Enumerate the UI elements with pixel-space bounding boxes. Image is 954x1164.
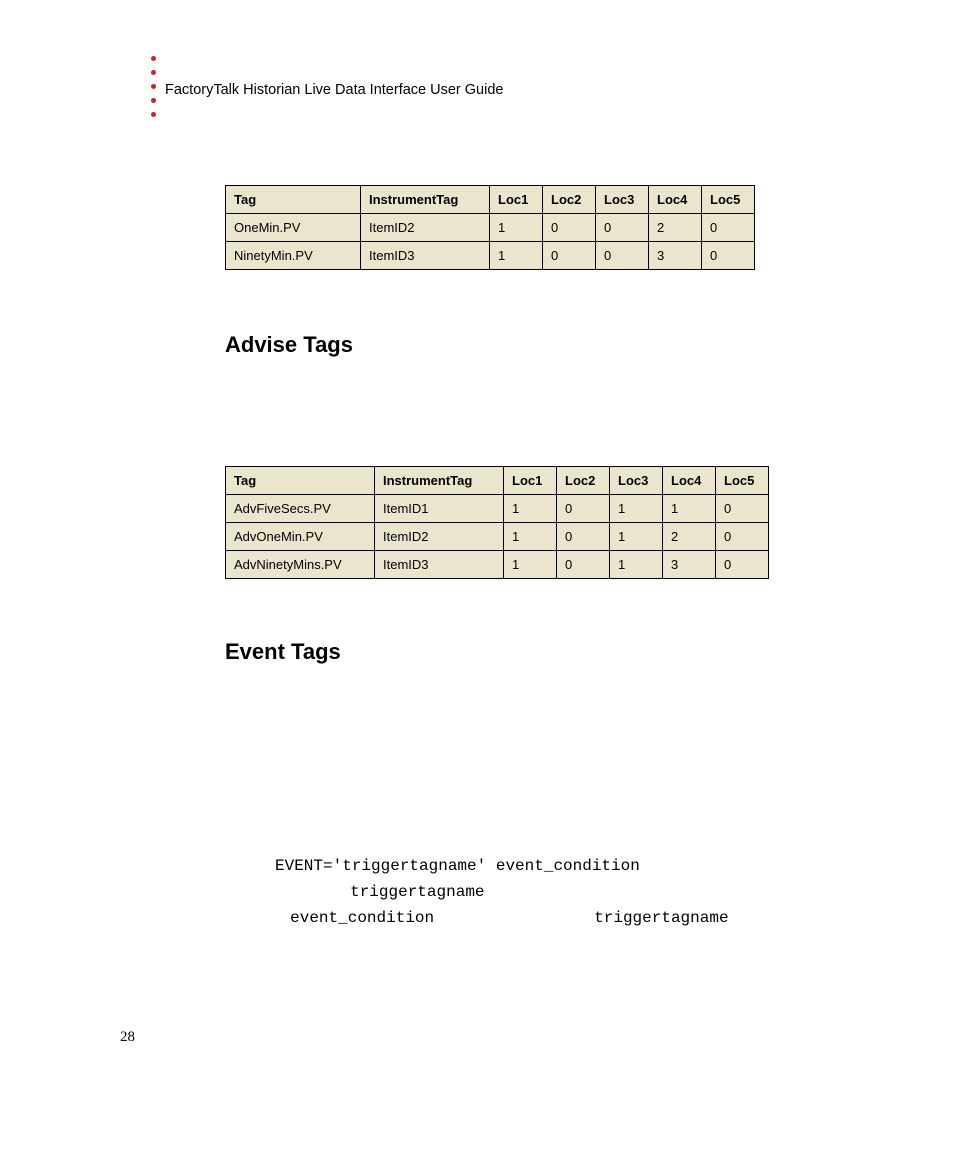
th-loc1: Loc1 xyxy=(490,186,543,214)
bullet-dots xyxy=(151,56,156,117)
cell-loc4: 2 xyxy=(649,214,702,242)
cell-loc3: 1 xyxy=(610,523,663,551)
page-number: 28 xyxy=(120,1029,135,1046)
code-triggertagname-1: triggertagname xyxy=(350,883,484,901)
cell-loc2: 0 xyxy=(557,551,610,579)
advise-tags-table: Tag InstrumentTag Loc1 Loc2 Loc3 Loc4 Lo… xyxy=(225,466,769,579)
polled-tags-table: Tag InstrumentTag Loc1 Loc2 Loc3 Loc4 Lo… xyxy=(225,185,755,270)
th-loc3: Loc3 xyxy=(610,467,663,495)
cell-loc2: 0 xyxy=(543,242,596,270)
th-instrumenttag: InstrumentTag xyxy=(375,467,504,495)
section-heading-event: Event Tags xyxy=(225,639,875,665)
cell-loc4: 2 xyxy=(663,523,716,551)
th-instrumenttag: InstrumentTag xyxy=(361,186,490,214)
cell-inst: ItemID2 xyxy=(361,214,490,242)
code-triggertagname-2: triggertagname xyxy=(594,909,728,927)
code-line-2: where xxxxtriggertagname xyxy=(225,879,875,905)
cell-tag: AdvNinetyMins.PV xyxy=(226,551,375,579)
cell-inst: ItemID2 xyxy=(375,523,504,551)
section-heading-advise: Advise Tags xyxy=(225,332,875,358)
cell-loc1: 1 xyxy=(490,242,543,270)
cell-tag: AdvOneMin.PV xyxy=(226,523,375,551)
table-row: NinetyMin.PV ItemID3 1 0 0 3 0 xyxy=(226,242,755,270)
code-event-syntax: EVENT='triggertagname' event_condition xyxy=(275,857,640,875)
th-tag: Tag xyxy=(226,186,361,214)
cell-loc5: 0 xyxy=(716,495,769,523)
th-loc3: Loc3 xyxy=(596,186,649,214)
cell-loc3: 0 xyxy=(596,214,649,242)
cell-loc2: 0 xyxy=(543,214,596,242)
cell-inst: ItemID1 xyxy=(375,495,504,523)
cell-inst: ItemID3 xyxy=(375,551,504,579)
table-row: AdvOneMin.PV ItemID2 1 0 1 2 0 xyxy=(226,523,769,551)
cell-loc2: 0 xyxy=(557,495,610,523)
th-loc4: Loc4 xyxy=(649,186,702,214)
cell-loc4: 1 xyxy=(663,495,716,523)
cell-tag: OneMin.PV xyxy=(226,214,361,242)
cell-loc2: 0 xyxy=(557,523,610,551)
th-loc5: Loc5 xyxy=(702,186,755,214)
cell-loc1: 1 xyxy=(504,495,557,523)
cell-loc4: 3 xyxy=(649,242,702,270)
cell-tag: NinetyMin.PV xyxy=(226,242,361,270)
table-row: OneMin.PV ItemID2 1 0 0 2 0 xyxy=(226,214,755,242)
cell-loc3: 0 xyxy=(596,242,649,270)
code-line-3: and xevent_condition xxxxxxxxxxxxx xx xx… xyxy=(225,905,875,931)
cell-loc5: 0 xyxy=(702,214,755,242)
cell-loc4: 3 xyxy=(663,551,716,579)
cell-loc1: 1 xyxy=(504,551,557,579)
code-line-1: EVENT='triggertagname' event_condition xyxy=(225,853,875,879)
cell-loc5: 0 xyxy=(716,551,769,579)
cell-loc3: 1 xyxy=(610,495,663,523)
th-loc5: Loc5 xyxy=(716,467,769,495)
th-loc2: Loc2 xyxy=(543,186,596,214)
cell-tag: AdvFiveSecs.PV xyxy=(226,495,375,523)
cell-inst: ItemID3 xyxy=(361,242,490,270)
code-event-condition: event_condition xyxy=(290,909,434,927)
cell-loc5: 0 xyxy=(716,523,769,551)
th-loc2: Loc2 xyxy=(557,467,610,495)
table-row: AdvFiveSecs.PV ItemID1 1 0 1 1 0 xyxy=(226,495,769,523)
cell-loc3: 1 xyxy=(610,551,663,579)
th-loc1: Loc1 xyxy=(504,467,557,495)
table-row: AdvNinetyMins.PV ItemID3 1 0 1 3 0 xyxy=(226,551,769,579)
th-loc4: Loc4 xyxy=(663,467,716,495)
th-tag: Tag xyxy=(226,467,375,495)
cell-loc1: 1 xyxy=(504,523,557,551)
document-title: FactoryTalk Historian Live Data Interfac… xyxy=(165,82,503,98)
cell-loc1: 1 xyxy=(490,214,543,242)
cell-loc5: 0 xyxy=(702,242,755,270)
